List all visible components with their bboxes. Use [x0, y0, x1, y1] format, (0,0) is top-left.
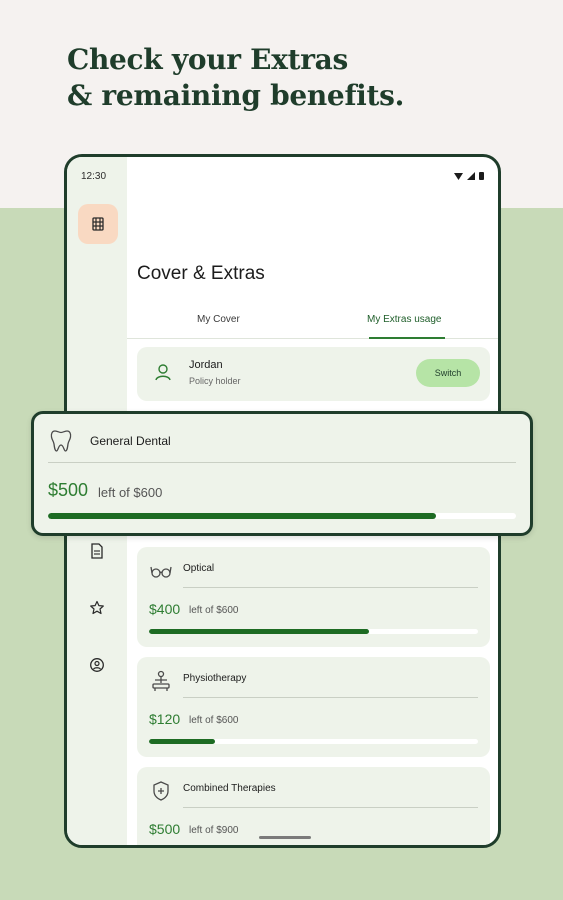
benefit-divider	[183, 587, 478, 588]
person-icon	[155, 364, 171, 381]
tab-indicator	[369, 337, 445, 339]
home-gesture-handle[interactable]	[259, 836, 311, 839]
policy-holder-role: Policy holder	[189, 376, 241, 386]
star-icon	[90, 600, 104, 615]
benefit-name: Physiotherapy	[183, 673, 247, 684]
page-title: Cover & Extras	[137, 263, 265, 284]
benefit-amount: $120	[149, 711, 181, 727]
tab-my-extras-usage[interactable]: My Extras usage	[367, 314, 441, 325]
nav-rail-item-documents[interactable]	[87, 541, 107, 561]
signal-icon	[467, 171, 475, 180]
headline-line-2: & remaining benefits.	[67, 79, 405, 112]
physio-icon	[152, 670, 170, 691]
status-time: 12:30	[81, 171, 107, 182]
benefit-name: Combined Therapies	[183, 783, 276, 794]
switch-button[interactable]: Switch	[416, 359, 480, 387]
headline-line-1: Check your Extras	[67, 43, 348, 76]
account-icon	[90, 658, 104, 672]
benefit-card-combined-therapies[interactable]: Combined Therapies $500 left of $900	[137, 767, 490, 845]
benefit-limit: left of $600	[189, 605, 239, 616]
nav-rail-item-card[interactable]	[78, 204, 118, 244]
nav-rail-item-account[interactable]	[87, 655, 107, 675]
benefit-card-general-dental[interactable]: General Dental $500 left of $600	[31, 411, 533, 536]
benefit-progress-fill	[149, 629, 370, 634]
benefit-amount: $400	[149, 601, 181, 617]
benefit-card-optical[interactable]: Optical $400 left of $600	[137, 547, 490, 647]
tab-my-cover[interactable]: My Cover	[197, 314, 240, 325]
policy-holder-card: Jordan Policy holder Switch	[137, 347, 490, 401]
status-bar-icons	[454, 171, 484, 180]
benefit-progress-fill	[149, 739, 215, 744]
tooth-icon	[50, 430, 72, 452]
card-icon	[92, 217, 104, 231]
tab-bar: My Cover My Extras usage	[127, 309, 498, 339]
benefit-name: Optical	[183, 563, 215, 574]
benefit-limit: left of $900	[189, 825, 239, 836]
benefit-amount: $500	[48, 480, 89, 500]
benefit-card-physiotherapy[interactable]: Physiotherapy $120 left of $600	[137, 657, 490, 757]
glasses-icon	[150, 566, 172, 578]
benefit-divider	[183, 807, 478, 808]
benefit-divider	[183, 697, 478, 698]
benefit-progress-track	[48, 513, 516, 519]
shield-icon	[153, 781, 169, 801]
promo-headline: Check your Extras & remaining benefits.	[67, 42, 404, 114]
policy-holder-name: Jordan	[189, 359, 223, 371]
benefit-limit: left of $600	[189, 715, 239, 726]
wifi-icon	[454, 172, 463, 180]
benefit-progress-fill	[48, 513, 437, 519]
benefit-name: General Dental	[90, 434, 171, 448]
document-icon	[91, 543, 103, 559]
benefit-progress-track	[149, 739, 478, 744]
benefit-amount: $500	[149, 821, 181, 837]
nav-rail-item-favourites[interactable]	[87, 598, 107, 618]
battery-icon	[479, 172, 484, 180]
benefit-progress-track	[149, 629, 478, 634]
benefit-limit: left of $600	[98, 485, 163, 500]
benefit-divider	[48, 462, 516, 463]
